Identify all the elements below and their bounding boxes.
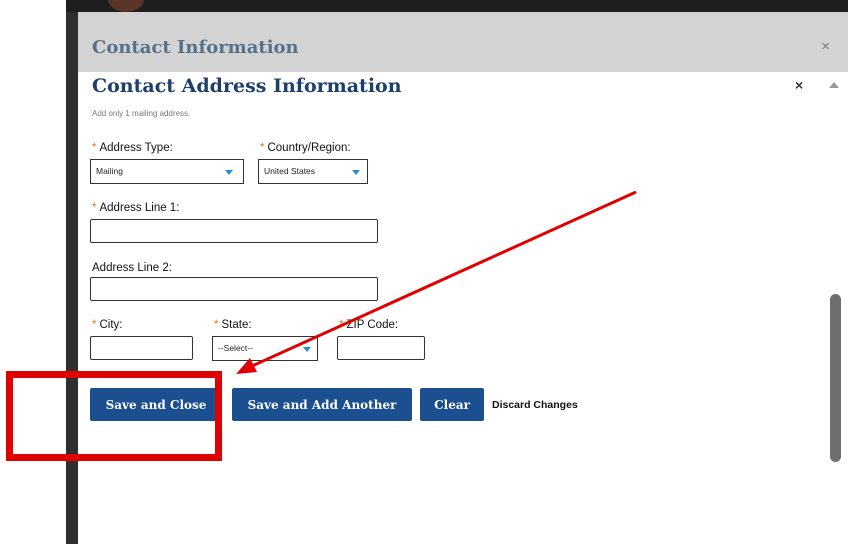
overlay-top-strip	[66, 0, 848, 12]
chevron-down-icon	[225, 170, 233, 175]
address-line-2-label: Address Line 2:	[92, 262, 172, 274]
save-and-add-another-button[interactable]: Save and Add Another	[232, 388, 412, 421]
address-line-1-input[interactable]	[90, 219, 378, 243]
address-type-value: Mailing	[96, 166, 123, 176]
discard-changes-link[interactable]: Discard Changes	[492, 399, 578, 411]
page-backdrop	[0, 0, 66, 544]
contact-information-dialog: Contact Information × Contact Address In…	[78, 12, 848, 544]
state-select[interactable]: --Select--	[212, 336, 318, 361]
annotation-highlight-box	[6, 371, 222, 461]
dialog-close-icon[interactable]: ×	[821, 39, 830, 54]
city-label: * City:	[92, 319, 123, 331]
country-select[interactable]: United States	[258, 159, 368, 184]
required-marker: *	[260, 142, 265, 154]
section-close-icon[interactable]: ×	[795, 78, 803, 92]
address-type-select[interactable]: Mailing	[90, 159, 244, 184]
zip-label: * ZIP Code:	[339, 319, 399, 331]
required-marker: *	[92, 202, 97, 214]
address-line-2-input[interactable]	[90, 277, 378, 301]
state-value: --Select--	[218, 343, 253, 353]
required-marker: *	[214, 319, 219, 331]
city-input[interactable]	[90, 336, 193, 360]
required-marker: *	[339, 319, 344, 331]
zip-input[interactable]	[337, 336, 425, 360]
country-value: United States	[264, 166, 316, 176]
scrollbar-thumb[interactable]	[830, 294, 841, 462]
state-label: * State:	[214, 319, 252, 331]
dialog-header: Contact Information ×	[78, 12, 848, 72]
section-title: Contact Address Information	[92, 75, 402, 97]
section-hint: Add only 1 mailing address.	[92, 109, 191, 118]
address-line-1-label: * Address Line 1:	[92, 202, 180, 214]
chevron-down-icon	[352, 170, 360, 175]
required-marker: *	[92, 142, 97, 154]
chevron-down-icon	[303, 347, 311, 352]
scroll-up-arrow-icon[interactable]	[829, 82, 839, 88]
required-marker: *	[92, 319, 97, 331]
country-label: * Country/Region:	[260, 142, 351, 154]
dialog-title: Contact Information	[92, 37, 299, 58]
clear-button[interactable]: Clear	[420, 388, 484, 421]
address-type-label: * Address Type:	[92, 142, 173, 154]
